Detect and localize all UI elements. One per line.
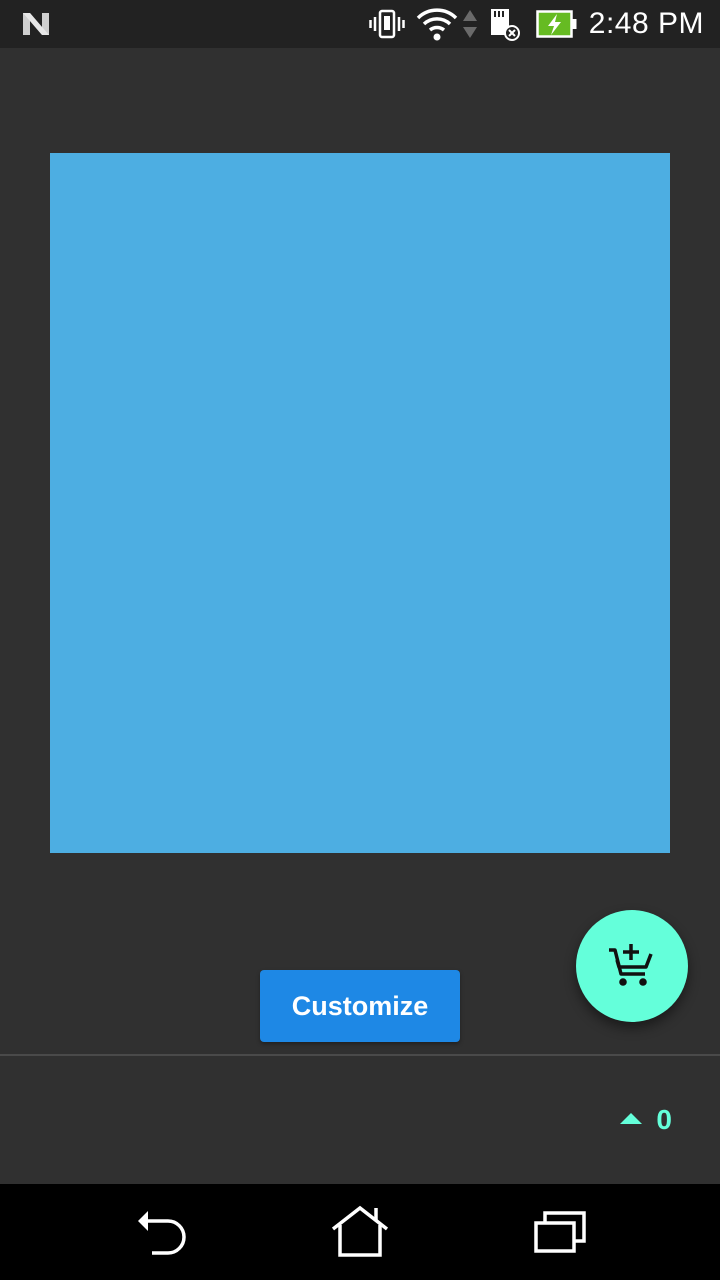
vibrate-icon <box>367 4 407 44</box>
sd-card-error-icon <box>487 4 521 44</box>
data-arrows-icon <box>461 4 479 44</box>
caret-up-icon <box>620 1112 643 1124</box>
recents-button[interactable] <box>530 1204 590 1260</box>
back-button[interactable] <box>130 1204 190 1260</box>
add-to-cart-fab[interactable] <box>576 910 688 1022</box>
add-to-cart-icon <box>609 944 653 986</box>
battery-charging-icon <box>535 4 579 44</box>
home-icon <box>331 1205 389 1257</box>
notification-n-icon <box>23 13 49 35</box>
home-button[interactable] <box>330 1204 390 1260</box>
status-bar: 2:48 PM <box>0 0 720 48</box>
color-preview-panel <box>50 153 670 853</box>
navigation-bar <box>0 1184 720 1280</box>
bottom-panel <box>0 1056 720 1184</box>
status-time: 2:48 PM <box>588 7 704 40</box>
customize-button[interactable]: Customize <box>260 970 460 1042</box>
wifi-icon <box>415 4 459 44</box>
count-indicator[interactable]: 0 <box>620 1100 672 1140</box>
count-value: 0 <box>656 1104 672 1135</box>
recents-icon <box>534 1211 586 1253</box>
back-icon <box>138 1211 186 1255</box>
